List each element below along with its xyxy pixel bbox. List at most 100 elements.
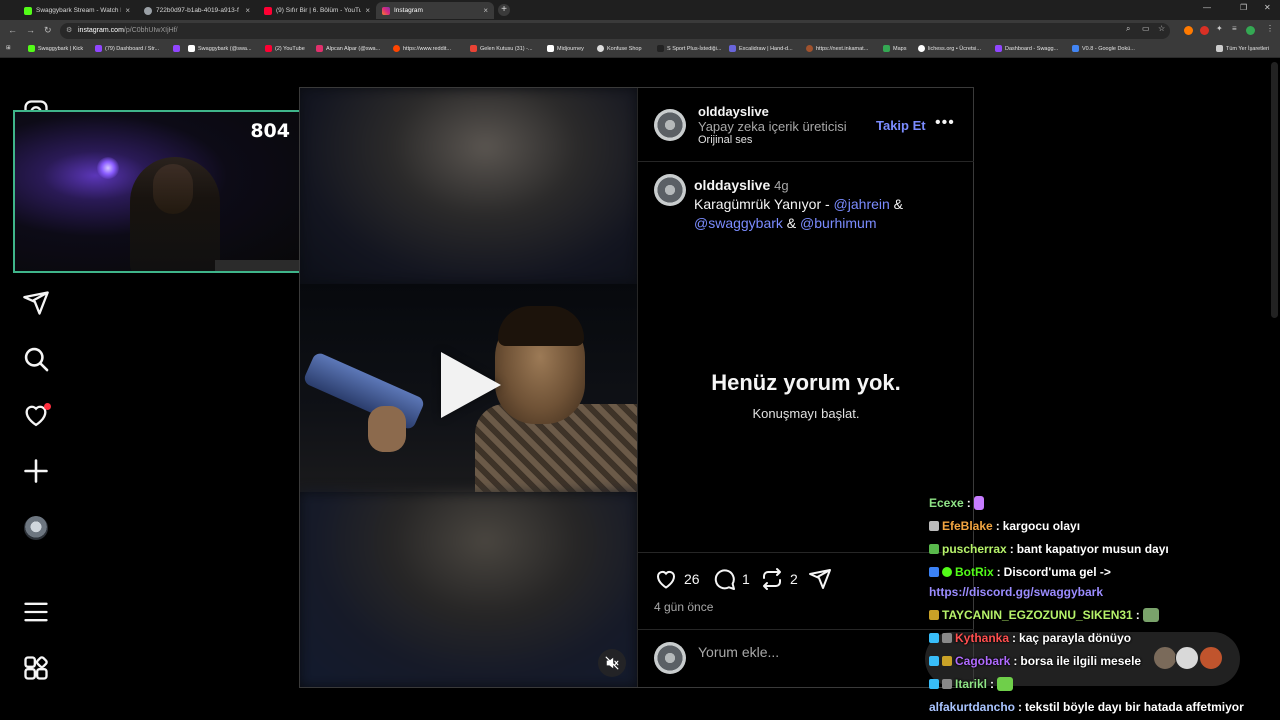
bookmark-item[interactable]: Midjourney — [547, 45, 584, 52]
new-tab-button[interactable]: + — [498, 4, 510, 16]
caption-username[interactable]: olddayslive — [694, 177, 770, 193]
cast-icon[interactable]: ▭ — [1142, 24, 1150, 33]
webcam-desk — [215, 260, 302, 271]
chat-badge-icon — [942, 656, 952, 666]
emote-icon — [973, 496, 984, 510]
mute-button[interactable] — [598, 649, 626, 677]
close-tab-icon[interactable]: × — [483, 6, 488, 15]
caption-author-avatar[interactable] — [654, 174, 686, 206]
browser-tab-bar: Swaggybark Stream - Watch Li × 722b0d97-… — [0, 0, 1280, 20]
instagram-icon — [382, 6, 390, 15]
globe-icon — [144, 6, 152, 15]
tab-uuid[interactable]: 722b0d97-b1ab-4019-a913-f × — [138, 2, 256, 19]
chat-badge-icon — [929, 656, 939, 666]
bookmark-item[interactable]: Gelen Kutusu (31) -... — [470, 45, 533, 52]
streamer-webcam: 804 — [13, 110, 304, 273]
profile-avatar-icon[interactable] — [1246, 26, 1255, 35]
back-icon[interactable]: ← — [8, 25, 17, 35]
author-username[interactable]: olddayslive — [698, 104, 847, 119]
comment-input[interactable] — [698, 642, 918, 662]
post-modal: olddayslive Yapay zeka içerik üreticisi … — [299, 87, 974, 688]
close-tab-icon[interactable]: × — [245, 6, 250, 15]
bookmark-item[interactable]: https://www.reddit... — [393, 45, 451, 52]
viewer-count: 804 — [250, 120, 290, 142]
bookmark-item[interactable]: S Sport Plus-İstediği... — [657, 45, 721, 52]
youtube-icon — [264, 6, 272, 15]
address-bar-row: ← → ↻ ⚙ instagram.com/p/C0bhUIwXIjHf/ ⌕ … — [0, 20, 1280, 42]
all-bookmarks-folder[interactable]: Tüm Yer İşaretleri — [1216, 45, 1269, 52]
create-plus-icon[interactable] — [22, 457, 50, 485]
mention-link[interactable]: @swaggybark — [694, 215, 783, 231]
bookmark-item[interactable]: V0.8 - Google Dokü... — [1072, 45, 1135, 52]
direct-messages-icon[interactable] — [22, 289, 50, 317]
author-avatar[interactable] — [654, 109, 686, 141]
url-field[interactable]: ⚙ instagram.com/p/C0bhUIwXIjHf/ — [60, 23, 1170, 39]
bookmark-item[interactable]: Dashboard - Swagg... — [995, 45, 1058, 52]
start-conversation-text: Konuşmayı başlat. — [752, 406, 860, 421]
chat-message: alfakurtdancho: tekstil böyle dayı bir h… — [929, 700, 1244, 714]
mention-link[interactable]: @jahrein — [834, 196, 890, 212]
bookmark-item[interactable]: Excalidraw | Hand-d... — [729, 45, 793, 52]
chat-message: Ecexe: — [929, 496, 984, 510]
chat-badge-icon — [942, 567, 952, 577]
tab-kick-stream[interactable]: Swaggybark Stream - Watch Li × — [18, 2, 136, 19]
restore-icon[interactable]: ❐ — [1240, 3, 1247, 12]
search-icon[interactable] — [22, 345, 50, 373]
apps-grid-icon[interactable]: ⊞ — [6, 45, 11, 51]
menu-kebab-icon[interactable]: ⋮ — [1266, 24, 1274, 33]
post-header: olddayslive Yapay zeka içerik üreticisi … — [638, 88, 974, 162]
profile-avatar[interactable] — [24, 516, 48, 540]
no-comments-title: Henüz yorum yok. — [711, 370, 901, 395]
more-options-icon[interactable]: ••• — [935, 114, 955, 132]
tab-instagram[interactable]: Instagram × — [376, 2, 494, 19]
close-tab-icon[interactable]: × — [365, 6, 370, 15]
audio-label[interactable]: Orijinal ses — [698, 134, 847, 146]
minimize-icon[interactable]: — — [1203, 3, 1211, 12]
video-player[interactable] — [300, 88, 637, 687]
like-count: 26 — [684, 571, 700, 587]
chat-badge-icon — [929, 610, 939, 620]
repost-button[interactable]: 2 — [760, 567, 798, 591]
bookmark-item[interactable]: Swaggybark (@swa... — [188, 45, 252, 52]
like-button[interactable]: 26 — [654, 567, 700, 591]
bookmark-star-icon[interactable]: ☆ — [1158, 24, 1165, 33]
extension-icon[interactable] — [1184, 26, 1193, 35]
tab-youtube[interactable]: (9) Sıfır Bir | 6. Bölüm - YouTube × — [258, 2, 376, 19]
page-scrollbar[interactable] — [1271, 62, 1278, 318]
post-sidebar: olddayslive Yapay zeka içerik üreticisi … — [637, 88, 974, 687]
close-window-icon[interactable]: ✕ — [1264, 3, 1271, 12]
chat-badge-icon — [929, 567, 939, 577]
chat-message: https://discord.gg/swaggybark — [929, 585, 1103, 599]
repost-icon — [763, 568, 781, 590]
bookmark-item[interactable]: (2) YouTube — [265, 45, 305, 52]
more-menu-icon[interactable] — [22, 598, 50, 626]
bookmark-item[interactable]: https://next.inkamat... — [806, 45, 868, 52]
chat-message: BotRix: Discord'uma gel -> — [929, 565, 1111, 579]
site-info-icon[interactable]: ⚙ — [66, 23, 72, 39]
follow-button[interactable]: Takip Et — [876, 118, 926, 133]
bookmark-item[interactable]: Maps — [883, 45, 906, 52]
zoom-icon[interactable]: ⌕ — [1126, 24, 1130, 34]
forward-icon[interactable]: → — [26, 25, 35, 35]
also-from-meta-icon[interactable] — [22, 654, 50, 682]
heart-icon — [656, 570, 676, 589]
comment-button[interactable]: 1 — [712, 567, 750, 591]
comment-count: 1 — [742, 571, 750, 587]
caption-text: Karagümrük Yanıyor - — [694, 196, 834, 212]
close-tab-icon[interactable]: × — [125, 6, 130, 15]
discord-link[interactable]: https://discord.gg/swaggybark — [929, 585, 1103, 599]
media-icon[interactable]: ≡ — [1232, 24, 1237, 33]
author-subtitle: Yapay zeka içerik üreticisi — [698, 119, 847, 134]
bookmark-item[interactable] — [173, 45, 180, 52]
bookmark-item[interactable]: (79) Dashboard / Str... — [95, 45, 159, 52]
bookmark-item[interactable]: Swaggybark | Kick — [28, 45, 83, 52]
extension-icon[interactable] — [1200, 26, 1209, 35]
bookmark-item[interactable]: lichess.org • Ücretsi... — [918, 45, 981, 52]
share-button[interactable] — [808, 567, 832, 591]
bookmark-item[interactable]: Konfuse Shop — [597, 45, 642, 52]
play-icon[interactable] — [441, 352, 501, 418]
mention-link[interactable]: @burhimum — [800, 215, 876, 231]
bookmark-item[interactable]: Alpcan Alpar (@swa... — [316, 45, 380, 52]
reload-icon[interactable]: ↻ — [44, 25, 52, 36]
extensions-puzzle-icon[interactable]: ✦ — [1216, 24, 1223, 33]
